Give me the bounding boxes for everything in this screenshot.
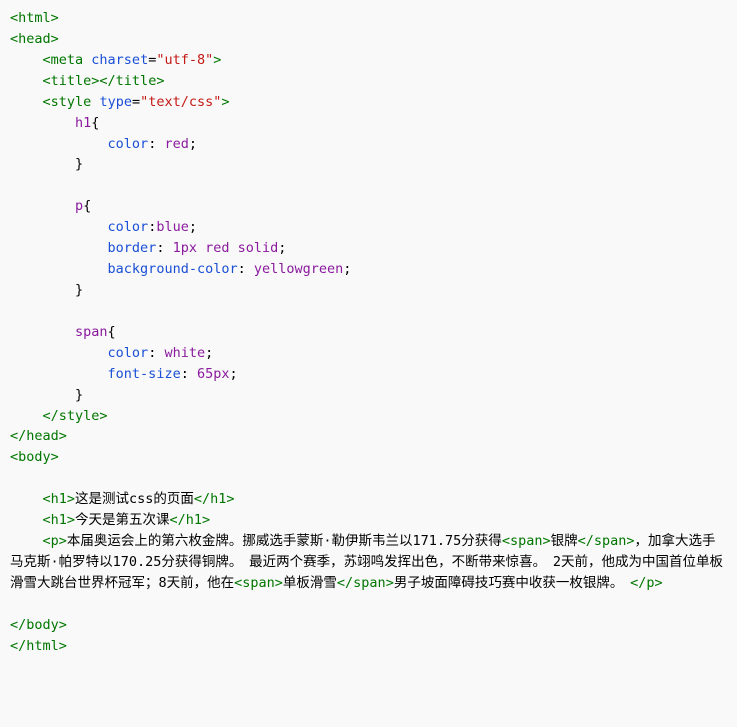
code-block: <html> <head> <meta charset="utf-8"> <ti… (10, 8, 727, 657)
tag-h1-2-open: <h1> (43, 512, 76, 528)
val-blue: blue (156, 219, 189, 235)
semi-4: ; (343, 261, 351, 277)
text-h1-2: 今天是第五次课 (75, 512, 170, 528)
attr-type: type (99, 94, 132, 110)
tag-h1-1-open: <h1> (43, 491, 76, 507)
text-h1-1: 这是测试css的页面 (75, 491, 194, 507)
sel-h1: h1 (75, 115, 91, 131)
prop-bg: background-color (108, 261, 238, 277)
colon-6: : (181, 366, 197, 382)
colon-4: : (238, 261, 254, 277)
tag-head-close: </head> (10, 428, 67, 444)
tag-p-close: </p> (630, 575, 663, 591)
eq-2: = (132, 94, 140, 110)
tag-span-1-open: <span> (502, 533, 551, 549)
sel-span: span (75, 324, 108, 340)
tag-style-open: <style (43, 94, 92, 110)
colon-3: : (156, 240, 172, 256)
brace-p-open: { (83, 198, 91, 214)
colon-1: : (148, 136, 164, 152)
tag-p-open: <p> (43, 533, 67, 549)
str-utf8: "utf-8" (156, 52, 213, 68)
tag-meta-end: > (213, 52, 221, 68)
tag-span-2-close: </span> (337, 575, 394, 591)
val-white: white (164, 345, 205, 361)
tag-body-open: <body> (10, 449, 59, 465)
tag-style-close: </style> (43, 408, 108, 424)
tag-h1-2-close: </h1> (170, 512, 211, 528)
sel-p: p (75, 198, 83, 214)
tag-head-open: <head> (10, 31, 59, 47)
prop-color-span: color (108, 345, 149, 361)
tag-span-2-open: <span> (234, 575, 283, 591)
attr-charset: charset (91, 52, 148, 68)
val-red2: red (205, 240, 229, 256)
brace-h1-open: { (91, 115, 99, 131)
text-p-3: 男子坡面障碍技巧赛中收获一枚银牌。 (394, 575, 630, 591)
semi-2: ; (189, 219, 197, 235)
text-p-1: 本届奥运会上的第六枚金牌。挪威选手蒙斯·勒伊斯韦兰以171.75分获得 (67, 533, 502, 549)
val-solid: solid (238, 240, 279, 256)
brace-span-open: { (108, 324, 116, 340)
semi-1: ; (189, 136, 197, 152)
brace-p-close: } (75, 282, 83, 298)
colon-5: : (148, 345, 164, 361)
semi-3: ; (278, 240, 286, 256)
tag-style-open-end: > (221, 94, 229, 110)
brace-span-close: } (75, 387, 83, 403)
val-65px: 65px (197, 366, 230, 382)
tag-html-open: <html> (10, 10, 59, 26)
tag-h1-1-close: </h1> (194, 491, 235, 507)
str-textcss: "text/css" (140, 94, 221, 110)
text-span-2: 单板滑雪 (283, 575, 337, 591)
brace-h1-close: } (75, 156, 83, 172)
val-1px: 1px (173, 240, 197, 256)
tag-body-close: </body> (10, 617, 67, 633)
prop-color-p: color (108, 219, 149, 235)
semi-5: ; (205, 345, 213, 361)
tag-span-1-close: </span> (578, 533, 635, 549)
tag-meta: <meta (43, 52, 84, 68)
semi-6: ; (229, 366, 237, 382)
prop-fontsize: font-size (108, 366, 181, 382)
val-red: red (164, 136, 188, 152)
tag-title-close: </title> (99, 73, 164, 89)
val-yellowgreen: yellowgreen (254, 261, 343, 277)
text-span-1: 银牌 (551, 533, 578, 549)
tag-html-close: </html> (10, 638, 67, 654)
prop-border: border (108, 240, 157, 256)
prop-color-h1: color (108, 136, 149, 152)
tag-title-open: <title> (43, 73, 100, 89)
